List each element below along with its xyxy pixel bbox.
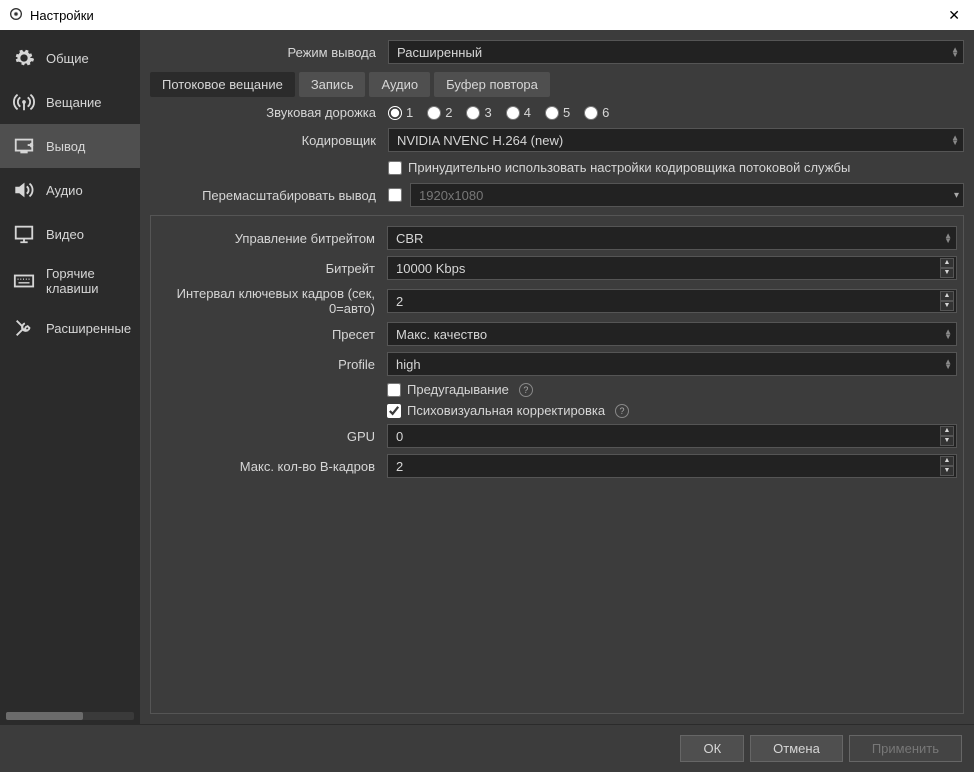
track-4[interactable]: 4: [506, 105, 531, 120]
sidebar-item-output[interactable]: Вывод: [0, 124, 140, 168]
profile-select[interactable]: high ▲▼: [387, 352, 957, 376]
main-panel: Режим вывода Расширенный ▲▼ Потоковое ве…: [140, 30, 974, 724]
apply-button[interactable]: Применить: [849, 735, 962, 762]
spin-down[interactable]: ▼: [940, 268, 954, 278]
output-icon: [12, 134, 36, 158]
encoder-label: Кодировщик: [150, 133, 380, 148]
sidebar-item-advanced[interactable]: Расширенные: [0, 306, 140, 350]
track-1[interactable]: 1: [388, 105, 413, 120]
spin-up[interactable]: ▲: [940, 426, 954, 436]
spin-down[interactable]: ▼: [940, 436, 954, 446]
updown-icon: ▲▼: [944, 329, 952, 339]
preset-select[interactable]: Макс. качество ▲▼: [387, 322, 957, 346]
sidebar-item-hotkeys[interactable]: Горячие клавиши: [0, 256, 140, 306]
bframes-input[interactable]: 2 ▲▼: [387, 454, 957, 478]
keyint-label: Интервал ключевых кадров (сек, 0=авто): [157, 286, 379, 316]
sidebar-item-label: Видео: [46, 227, 84, 242]
close-button[interactable]: ✕: [942, 7, 966, 24]
encoder-value: NVIDIA NVENC H.264 (new): [397, 133, 563, 148]
preset-label: Пресет: [157, 327, 379, 342]
sidebar-item-general[interactable]: Общие: [0, 36, 140, 80]
rescale-checkbox[interactable]: [388, 188, 402, 202]
help-icon[interactable]: ?: [519, 383, 533, 397]
tools-icon: [12, 316, 36, 340]
tab-streaming[interactable]: Потоковое вещание: [150, 72, 295, 97]
gear-icon: [12, 46, 36, 70]
lookahead-label: Предугадывание: [407, 382, 509, 397]
titlebar: Настройки ✕: [0, 0, 974, 30]
rate-control-label: Управление битрейтом: [157, 231, 379, 246]
rescale-label: Перемасштабировать вывод: [150, 188, 380, 203]
spin-down[interactable]: ▼: [940, 301, 954, 311]
track-2[interactable]: 2: [427, 105, 452, 120]
bitrate-input[interactable]: 10000 Kbps ▲▼: [387, 256, 957, 280]
track-3[interactable]: 3: [466, 105, 491, 120]
spin-up[interactable]: ▲: [940, 291, 954, 301]
bitrate-label: Битрейт: [157, 261, 379, 276]
audio-track-label: Звуковая дорожка: [150, 105, 380, 120]
track-6[interactable]: 6: [584, 105, 609, 120]
updown-icon: ▲▼: [944, 233, 952, 243]
encoder-select[interactable]: NVIDIA NVENC H.264 (new) ▲▼: [388, 128, 964, 152]
sidebar-item-label: Аудио: [46, 183, 83, 198]
gpu-input[interactable]: 0 ▲▼: [387, 424, 957, 448]
track-5[interactable]: 5: [545, 105, 570, 120]
spin-down[interactable]: ▼: [940, 466, 954, 476]
output-tabs: Потоковое вещание Запись Аудио Буфер пов…: [150, 72, 964, 97]
tab-recording[interactable]: Запись: [299, 72, 366, 97]
sidebar-item-label: Расширенные: [46, 321, 131, 336]
antenna-icon: [12, 90, 36, 114]
sidebar-item-label: Общие: [46, 51, 89, 66]
sidebar-item-label: Вещание: [46, 95, 102, 110]
chevron-down-icon: ▾: [954, 190, 959, 201]
rate-control-select[interactable]: CBR ▲▼: [387, 226, 957, 250]
tab-replay[interactable]: Буфер повтора: [434, 72, 550, 97]
sidebar: Общие Вещание Вывод Аудио Видео Горячие …: [0, 30, 140, 724]
sidebar-item-label: Горячие клавиши: [46, 266, 130, 296]
help-icon[interactable]: ?: [615, 404, 629, 418]
spin-up[interactable]: ▲: [940, 258, 954, 268]
sidebar-item-audio[interactable]: Аудио: [0, 168, 140, 212]
bframes-label: Макс. кол-во B-кадров: [157, 459, 379, 474]
cancel-button[interactable]: Отмена: [750, 735, 843, 762]
monitor-icon: [12, 222, 36, 246]
audio-track-group: 1 2 3 4 5 6: [388, 105, 964, 120]
rescale-value: 1920x1080: [419, 188, 483, 203]
encoder-settings: Управление битрейтом CBR ▲▼ Битрейт 1000…: [150, 215, 964, 714]
lookahead-checkbox[interactable]: [387, 383, 401, 397]
spin-up[interactable]: ▲: [940, 456, 954, 466]
updown-icon: ▲▼: [951, 47, 959, 57]
ok-button[interactable]: ОК: [680, 735, 744, 762]
keyint-input[interactable]: 2 ▲▼: [387, 289, 957, 313]
updown-icon: ▲▼: [944, 359, 952, 369]
sidebar-scrollbar[interactable]: [6, 712, 134, 720]
output-mode-select[interactable]: Расширенный ▲▼: [388, 40, 964, 64]
enforce-checkbox[interactable]: [388, 161, 402, 175]
psycho-checkbox[interactable]: [387, 404, 401, 418]
footer: ОК Отмена Применить: [0, 724, 974, 772]
keyboard-icon: [12, 269, 36, 293]
psycho-label: Психовизуальная корректировка: [407, 403, 605, 418]
gpu-label: GPU: [157, 429, 379, 444]
sidebar-item-video[interactable]: Видео: [0, 212, 140, 256]
updown-icon: ▲▼: [951, 135, 959, 145]
tab-audio[interactable]: Аудио: [369, 72, 430, 97]
sidebar-item-label: Вывод: [46, 139, 85, 154]
profile-label: Profile: [157, 357, 379, 372]
sidebar-item-stream[interactable]: Вещание: [0, 80, 140, 124]
window-title: Настройки: [30, 8, 94, 23]
output-mode-value: Расширенный: [397, 45, 482, 60]
output-mode-label: Режим вывода: [150, 45, 380, 60]
speaker-icon: [12, 178, 36, 202]
app-icon: [8, 6, 24, 25]
enforce-label: Принудительно использовать настройки код…: [408, 160, 850, 175]
rescale-select[interactable]: 1920x1080 ▾: [410, 183, 964, 207]
